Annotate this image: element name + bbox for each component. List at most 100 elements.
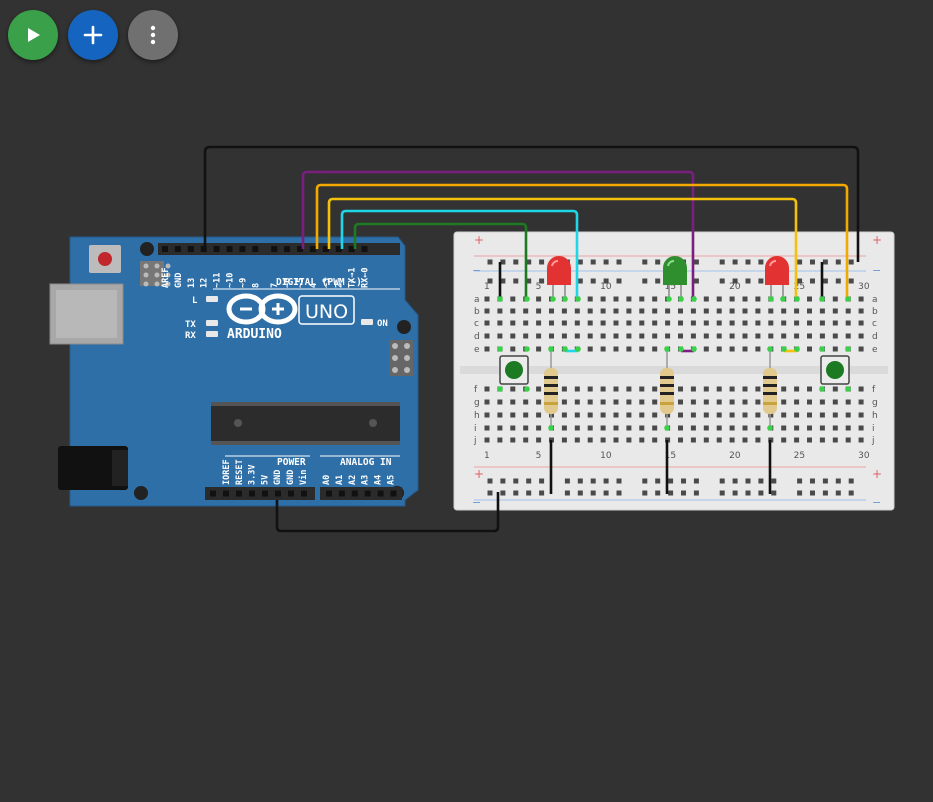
breadboard-hole[interactable] xyxy=(845,412,851,418)
breadboard-hole[interactable] xyxy=(729,308,735,314)
rail-hole[interactable] xyxy=(835,478,841,484)
breadboard-hole[interactable] xyxy=(781,333,787,339)
breadboard-hole[interactable] xyxy=(561,308,567,314)
breadboard-hole[interactable] xyxy=(574,333,580,339)
breadboard-hole[interactable] xyxy=(781,412,787,418)
reset-button-cap[interactable] xyxy=(98,252,112,266)
rail-hole[interactable] xyxy=(668,490,674,496)
breadboard-hole[interactable] xyxy=(678,437,683,443)
breadboard-hole[interactable] xyxy=(807,346,812,352)
breadboard-hole[interactable] xyxy=(858,412,864,418)
breadboard-hole[interactable] xyxy=(858,333,864,339)
breadboard-hole[interactable] xyxy=(845,320,851,326)
breadboard-hole[interactable] xyxy=(742,333,748,339)
breadboard-hole[interactable] xyxy=(639,346,645,352)
breadboard-hole[interactable] xyxy=(729,425,735,431)
breadboard-hole[interactable] xyxy=(716,386,722,392)
breadboard-hole[interactable] xyxy=(755,346,761,352)
breadboard-hole[interactable] xyxy=(510,386,516,392)
breadboard-hole[interactable] xyxy=(794,320,800,326)
header-socket[interactable] xyxy=(288,490,294,497)
rail-hole[interactable] xyxy=(526,478,532,484)
breadboard-hole[interactable] xyxy=(574,386,580,392)
breadboard-hole[interactable] xyxy=(652,308,658,314)
breadboard-hole[interactable] xyxy=(742,412,748,418)
breadboard-hole[interactable] xyxy=(807,399,812,405)
header-socket[interactable] xyxy=(213,246,220,252)
analog-header[interactable] xyxy=(320,487,402,500)
breadboard-hole[interactable] xyxy=(484,412,490,418)
breadboard-hole[interactable] xyxy=(832,425,838,431)
rail-hole[interactable] xyxy=(526,490,532,496)
breadboard-hole[interactable] xyxy=(510,333,516,339)
breadboard-hole[interactable] xyxy=(781,437,787,443)
breadboard-hole[interactable] xyxy=(561,425,567,431)
breadboard-hole[interactable] xyxy=(600,308,606,314)
rail-hole[interactable] xyxy=(616,490,622,496)
breadboard-hole[interactable] xyxy=(536,437,542,443)
breadboard-hole[interactable] xyxy=(587,333,593,339)
rail-hole[interactable] xyxy=(732,478,738,484)
breadboard-hole[interactable] xyxy=(613,333,619,339)
breadboard-hole[interactable] xyxy=(600,320,606,326)
breadboard-hole[interactable] xyxy=(574,437,580,443)
breadboard-hole[interactable] xyxy=(549,320,554,326)
breadboard-hole[interactable] xyxy=(703,399,709,405)
breadboard-hole[interactable] xyxy=(703,320,709,326)
breadboard-hole[interactable] xyxy=(626,437,632,443)
breadboard-hole[interactable] xyxy=(716,437,722,443)
breadboard-hole[interactable] xyxy=(794,425,800,431)
breadboard-hole[interactable] xyxy=(574,425,580,431)
breadboard-hole[interactable] xyxy=(587,386,593,392)
breadboard-hole[interactable] xyxy=(729,296,735,302)
breadboard-hole[interactable] xyxy=(781,425,787,431)
rail-hole[interactable] xyxy=(577,259,583,265)
breadboard-hole[interactable] xyxy=(497,333,503,339)
rail-hole[interactable] xyxy=(732,490,738,496)
breadboard-hole[interactable] xyxy=(639,412,645,418)
header-socket[interactable] xyxy=(252,246,259,252)
breadboard-hole[interactable] xyxy=(755,412,761,418)
rail-hole[interactable] xyxy=(539,490,545,496)
breadboard-hole[interactable] xyxy=(690,333,696,339)
breadboard-hole[interactable] xyxy=(510,296,516,302)
breadboard-hole[interactable] xyxy=(742,437,748,443)
breadboard-hole[interactable] xyxy=(536,346,542,352)
breadboard-hole[interactable] xyxy=(613,437,619,443)
breadboard-hole[interactable] xyxy=(832,333,838,339)
rail-hole[interactable] xyxy=(539,478,545,484)
breadboard-hole[interactable] xyxy=(497,425,503,431)
header-socket[interactable] xyxy=(338,490,345,497)
breadboard-hole[interactable] xyxy=(613,320,619,326)
breadboard-hole[interactable] xyxy=(639,425,645,431)
breadboard-hole[interactable] xyxy=(703,412,709,418)
breadboard-hole[interactable] xyxy=(639,296,645,302)
rail-hole[interactable] xyxy=(590,478,596,484)
rail-hole[interactable] xyxy=(719,478,725,484)
breadboard-hole[interactable] xyxy=(819,399,825,405)
rail-hole[interactable] xyxy=(655,478,661,484)
rail-hole[interactable] xyxy=(577,278,583,284)
breadboard-hole[interactable] xyxy=(858,346,864,352)
breadboard-hole[interactable] xyxy=(858,308,864,314)
rail-hole[interactable] xyxy=(513,478,519,484)
breadboard-hole[interactable] xyxy=(690,320,696,326)
breadboard-hole[interactable] xyxy=(768,320,774,326)
breadboard-hole[interactable] xyxy=(652,346,658,352)
rail-hole[interactable] xyxy=(642,278,648,284)
breadboard-hole[interactable] xyxy=(716,399,722,405)
rail-hole[interactable] xyxy=(719,278,725,284)
breadboard-hole[interactable] xyxy=(678,333,683,339)
breadboard-hole[interactable] xyxy=(832,399,838,405)
breadboard-hole[interactable] xyxy=(755,399,761,405)
rail-hole[interactable] xyxy=(564,478,570,484)
breadboard-hole[interactable] xyxy=(484,346,490,352)
rail-hole[interactable] xyxy=(797,490,803,496)
breadboard-hole[interactable] xyxy=(523,425,529,431)
breadboard-hole[interactable] xyxy=(484,320,490,326)
breadboard-hole[interactable] xyxy=(587,425,593,431)
rail-hole[interactable] xyxy=(487,490,493,496)
breadboard-hole[interactable] xyxy=(755,425,761,431)
breadboard-hole[interactable] xyxy=(536,320,542,326)
breadboard-hole[interactable] xyxy=(794,308,800,314)
